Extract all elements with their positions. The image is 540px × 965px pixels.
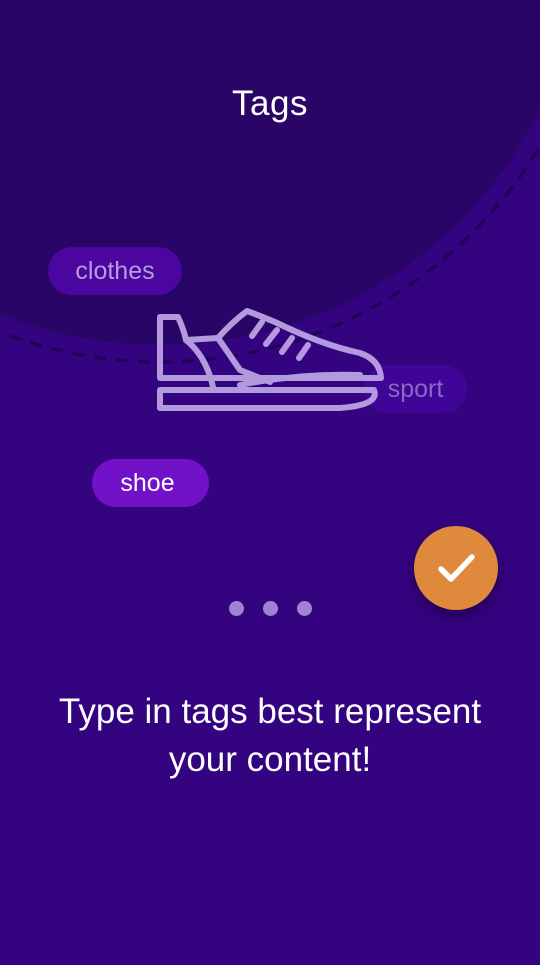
background-decoration xyxy=(0,0,540,364)
page-title: Tags xyxy=(232,84,308,123)
page-dot[interactable] xyxy=(228,601,244,616)
onboarding-screen: Tags clothes sport shoe Type in tags bes… xyxy=(0,0,540,965)
tag-label: shoe xyxy=(120,468,175,497)
page-dot[interactable] xyxy=(262,601,278,616)
sneaker-icon xyxy=(157,308,384,411)
page-dot[interactable] xyxy=(296,601,312,616)
description-text: Type in tags best represent your content… xyxy=(30,688,510,784)
page-indicator xyxy=(0,601,540,616)
description-line-2: your content! xyxy=(168,740,372,779)
check-icon xyxy=(438,554,475,582)
tag-label: clothes xyxy=(75,256,155,285)
description-line-1: Type in tags best represent xyxy=(58,692,482,731)
tag-clothes[interactable]: clothes xyxy=(48,247,182,295)
tag-shoe[interactable]: shoe xyxy=(92,459,209,507)
tag-label: sport xyxy=(387,374,444,403)
confirm-button[interactable] xyxy=(414,526,498,610)
